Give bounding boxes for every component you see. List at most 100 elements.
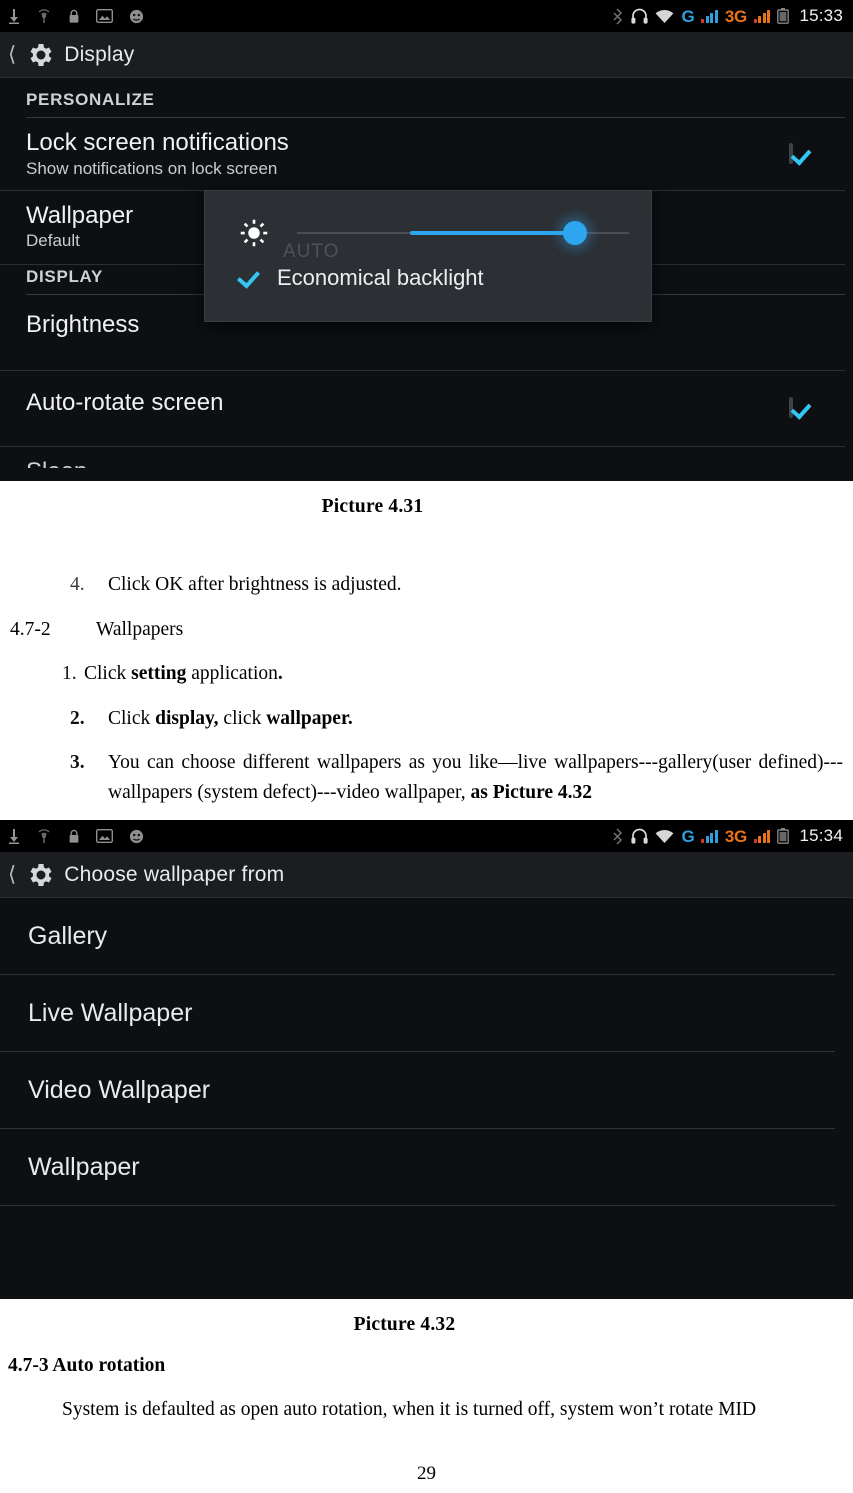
bold-setting: setting xyxy=(131,663,187,685)
umts-signal-bars-icon xyxy=(753,9,771,23)
list-item-label: Wallpaper xyxy=(28,1152,140,1181)
page-title: Display xyxy=(64,42,135,66)
document-body-bottom: Picture 4.32 4.7-3 Auto rotation System … xyxy=(0,1299,853,1425)
screenshot-icon xyxy=(96,9,113,23)
checkbox-checked-icon xyxy=(789,142,793,164)
section-heading-4-7-2: 4.7-2 Wallpapers xyxy=(6,614,847,645)
antenna-icon xyxy=(38,829,50,843)
figure-caption-4-32: Picture 4.32 xyxy=(353,1314,456,1336)
action-bar: ⟨ Choose wallpaper from xyxy=(0,852,853,899)
bluetooth-icon xyxy=(613,7,623,25)
bold-wallpaper: wallpaper. xyxy=(266,707,353,729)
back-caret-icon[interactable]: ⟨ xyxy=(4,44,18,65)
gsm-network-label: G xyxy=(681,826,695,846)
list-text: Click OK after brightness is adjusted. xyxy=(108,574,402,595)
bluetooth-icon xyxy=(613,828,623,845)
auto-rotate-checkbox[interactable] xyxy=(789,397,793,419)
list-item-step-3: 3. You can choose different wallpapers a… xyxy=(6,748,847,808)
status-bar-clock: 15:33 xyxy=(799,6,843,25)
umts-network-label: 3G xyxy=(724,6,747,26)
slider-thumb[interactable] xyxy=(562,221,587,245)
slider-fill xyxy=(409,231,583,235)
lock-screen-notifications-checkbox[interactable] xyxy=(789,142,793,164)
location-icon xyxy=(129,829,144,843)
bold-display: display, xyxy=(155,707,219,729)
section-heading-4-7-3: 4.7-3 Auto rotation xyxy=(8,1355,166,1377)
list-item-label: Video Wallpaper xyxy=(28,1075,211,1104)
list-text: Click setting application. xyxy=(84,663,283,685)
section-header-personalize: PERSONALIZE xyxy=(26,78,845,118)
row-title-partial: Sleep xyxy=(26,458,785,468)
row-sleep-partial[interactable]: Sleep xyxy=(0,447,845,479)
lock-icon xyxy=(69,829,79,843)
status-bar-right-icons: G 3G 15:34 xyxy=(613,826,843,846)
list-marker: 1. xyxy=(62,663,77,685)
antenna-icon xyxy=(38,8,50,23)
battery-icon xyxy=(777,828,790,845)
gsm-signal-bars-icon xyxy=(701,829,718,843)
list-item-video-wallpaper[interactable]: Video Wallpaper xyxy=(0,1052,835,1130)
checkbox-checked-icon xyxy=(789,397,793,419)
wifi-icon xyxy=(656,9,674,23)
action-bar: ⟨ Display xyxy=(0,32,853,78)
list-marker: 3. xyxy=(70,751,85,773)
screenshot-display: G 3G 15:33 ⟨ Display PERSONALIZE Lock sc… xyxy=(0,0,853,481)
headset-icon xyxy=(631,8,649,24)
bold-as-picture-432: as Picture 4.32 xyxy=(470,782,593,804)
gsm-network-label: G xyxy=(681,6,695,26)
gear-icon xyxy=(30,863,52,886)
list-item-wallpaper[interactable]: Wallpaper xyxy=(0,1129,835,1207)
brightness-slider[interactable] xyxy=(297,221,629,245)
row-auto-rotate-screen[interactable]: Auto-rotate screen xyxy=(0,371,845,447)
economical-backlight-checkbox[interactable] xyxy=(239,267,261,289)
list-item-step-1: 1. Click setting application. xyxy=(6,659,847,689)
status-bar-clock: 15:34 xyxy=(799,826,843,846)
gsm-signal-bars-icon xyxy=(701,9,718,23)
list-item-live-wallpaper[interactable]: Live Wallpaper xyxy=(0,975,835,1053)
page-number: 29 xyxy=(417,1463,436,1484)
status-bar-right-icons: G 3G 15:33 xyxy=(613,6,843,26)
sun-icon xyxy=(240,219,268,247)
status-bar: G 3G 15:33 xyxy=(0,0,853,32)
wallpaper-source-list: Gallery Live Wallpaper Video Wallpaper W… xyxy=(0,898,853,1207)
back-caret-icon[interactable]: ⟨ xyxy=(4,864,18,885)
umts-network-label: 3G xyxy=(724,826,747,846)
row-lock-screen-notifications[interactable]: Lock screen notifications Show notificat… xyxy=(0,118,845,191)
section-number: 4.7-2 xyxy=(10,619,51,641)
battery-icon xyxy=(777,8,790,24)
umts-signal-bars-icon xyxy=(753,829,771,843)
list-item-gallery[interactable]: Gallery xyxy=(0,898,835,976)
section-title: Wallpapers xyxy=(96,619,184,641)
download-icon xyxy=(9,828,19,844)
lock-icon xyxy=(69,9,79,23)
download-icon xyxy=(9,8,19,24)
page-title: Choose wallpaper from xyxy=(64,862,285,886)
gear-icon xyxy=(30,43,52,66)
auto-brightness-label: AUTO xyxy=(283,241,340,262)
list-marker: 4. xyxy=(70,574,85,595)
figure-caption-4-31: Picture 4.31 xyxy=(321,496,424,517)
document-body-top: Picture 4.31 4. Click OK after brightnes… xyxy=(0,481,853,808)
list-item-step-2: 2. Click display, click wallpaper. xyxy=(6,704,847,734)
status-bar-left-icons xyxy=(8,828,144,844)
economical-backlight-row[interactable]: Economical backlight xyxy=(239,265,629,291)
list-text: You can choose different wallpapers as y… xyxy=(108,751,843,804)
list-item-step-4: 4. Click OK after brightness is adjusted… xyxy=(6,570,847,600)
status-bar: G 3G 15:34 xyxy=(0,820,853,853)
screenshot-choose-wallpaper: G 3G 15:34 ⟨ Choose wallpaper from Galle… xyxy=(0,820,853,1300)
row-subtitle: Show notifications on lock screen xyxy=(26,158,278,178)
row-title: Lock screen notifications xyxy=(26,129,289,156)
economical-backlight-label: Economical backlight xyxy=(277,265,484,290)
list-text: Click display, click wallpaper. xyxy=(108,707,353,729)
list-item-label: Gallery xyxy=(28,921,108,950)
brightness-dialog[interactable]: AUTO Economical backlight xyxy=(204,190,652,322)
list-marker: 2. xyxy=(70,707,85,729)
headset-icon xyxy=(631,828,649,844)
status-bar-left-icons xyxy=(8,8,144,24)
location-icon xyxy=(129,9,144,23)
row-title: Auto-rotate screen xyxy=(26,388,224,416)
auto-rotation-paragraph: System is defaulted as open auto rotatio… xyxy=(62,1399,757,1421)
wifi-icon xyxy=(656,829,674,843)
list-item-label: Live Wallpaper xyxy=(28,998,193,1027)
screenshot-icon xyxy=(96,829,113,844)
